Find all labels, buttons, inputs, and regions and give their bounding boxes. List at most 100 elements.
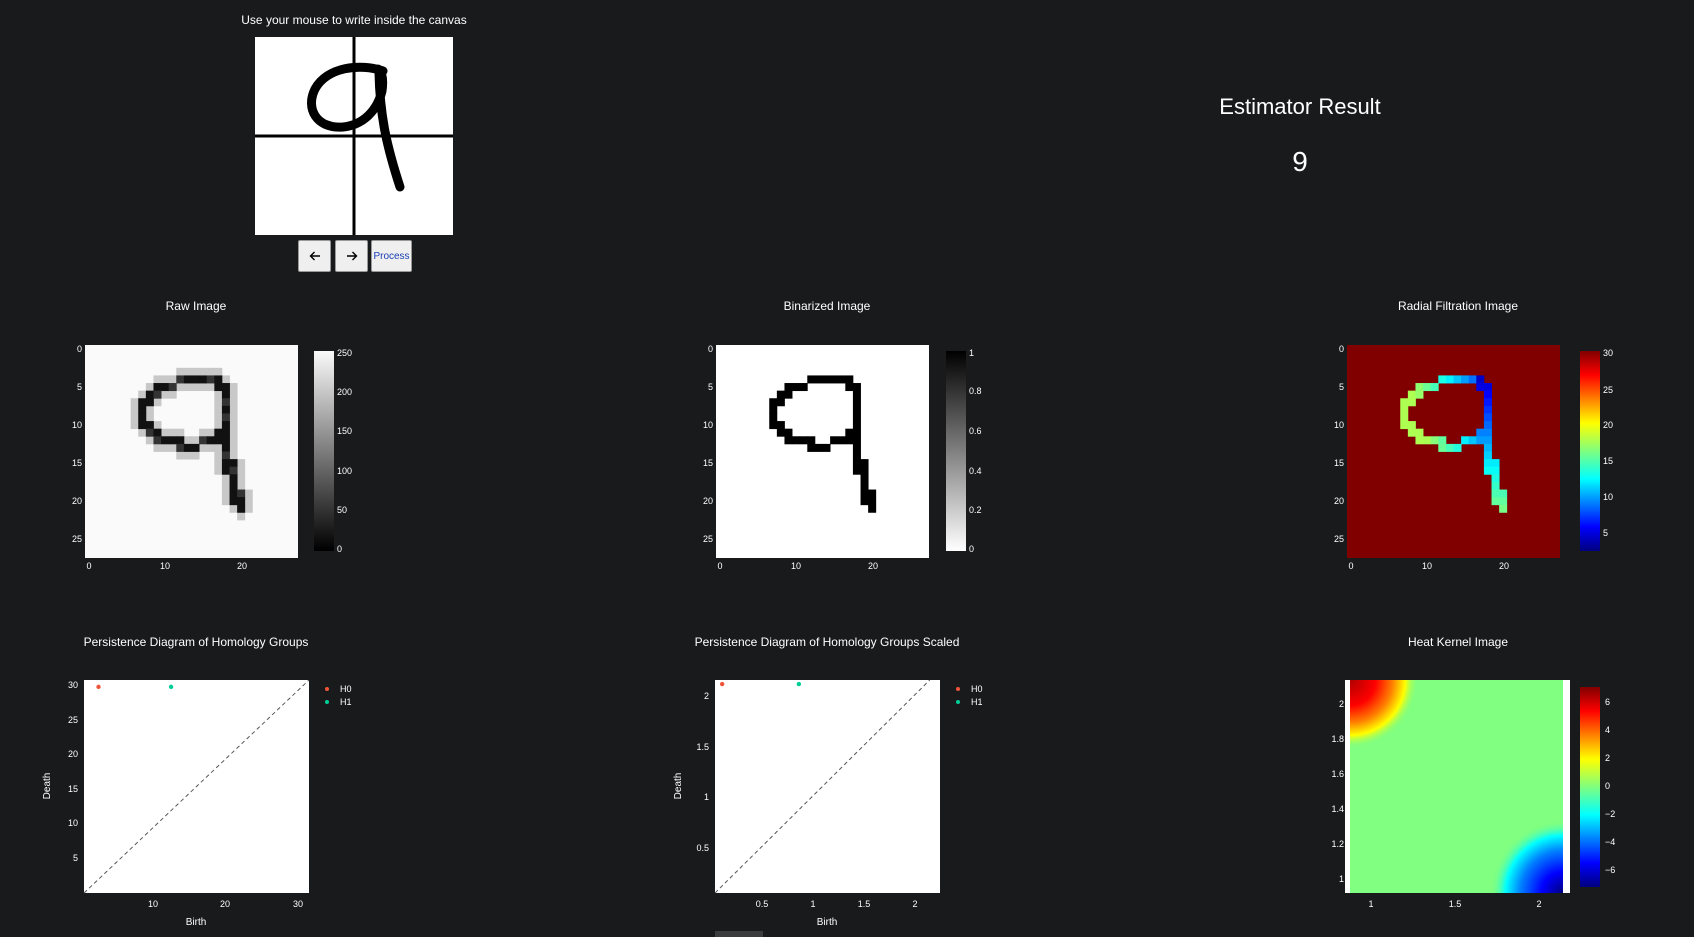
drawn-digit-stroke [307, 62, 405, 192]
rad-cbar-tick: 30 [1603, 348, 1613, 358]
radial-pixel [1483, 398, 1492, 407]
bin-cbar-tick: 0 [969, 544, 974, 554]
raw-pixel [130, 413, 139, 422]
pd-y-tick: 5 [73, 853, 78, 863]
pd-y-tick: 10 [68, 818, 78, 828]
binarized-pixel [769, 405, 778, 414]
rad-cbar-tick: 25 [1603, 385, 1613, 395]
raw-y-ticks: 0 5 10 15 20 25 [72, 344, 82, 544]
radial-pixel [1423, 436, 1432, 445]
rad-y-tick: 20 [1334, 496, 1344, 506]
heat-cbar-tick: 0 [1605, 781, 1610, 791]
binarized-pixel [852, 428, 861, 437]
raw-pixel [206, 443, 215, 452]
raw-y-tick: 10 [72, 420, 82, 430]
raw-pixel [214, 436, 223, 445]
raw-pixel [183, 436, 192, 445]
radial-pixel [1400, 405, 1409, 414]
binarized-pixel [776, 428, 785, 437]
pds-y-tick: 0.5 [696, 843, 709, 853]
radial-pixel [1407, 398, 1416, 407]
pd-y-tick: 30 [68, 680, 78, 690]
raw-pixel [138, 421, 147, 430]
raw-pixel [237, 504, 246, 513]
radial-pixel [1491, 481, 1500, 490]
radial-pixel [1483, 413, 1492, 422]
bin-colorbar-ticks: 1 0.8 0.6 0.4 0.2 0 [969, 348, 982, 554]
heat-y-tick: 2 [1339, 699, 1344, 709]
binarized-pixel [776, 421, 785, 430]
pd-legend-h1-marker [325, 700, 329, 704]
drawing-canvas[interactable] [255, 37, 453, 235]
raw-pixel [229, 436, 238, 445]
binarized-pixel [845, 428, 854, 437]
persistence-diagram-scaled-plot: 2 1.5 1 0.5 0.5 1 1.5 2 Birth Death H0 H… [673, 679, 983, 928]
raw-pixel [176, 443, 185, 452]
binarized-pixel [814, 443, 823, 452]
raw-pixel [229, 451, 238, 460]
radial-pixel [1483, 459, 1492, 468]
binarized-pixel [868, 504, 877, 513]
rad-y-ticks: 0 5 10 15 20 25 [1334, 344, 1344, 544]
raw-pixel [244, 489, 253, 498]
heat-colorbar-ticks: 6 4 2 0 −2 −4 −6 [1605, 697, 1615, 875]
raw-pixel [130, 398, 139, 407]
raw-y-tick: 20 [72, 496, 82, 506]
raw-pixel [168, 383, 177, 392]
radial-pixel [1483, 390, 1492, 399]
heat-y-tick: 1.4 [1331, 804, 1344, 814]
raw-pixel [214, 390, 223, 399]
raw-pixel [168, 443, 177, 452]
binarized-pixel [860, 481, 869, 490]
heat-cbar-tick: 2 [1605, 753, 1610, 763]
radial-pixel [1476, 375, 1485, 384]
raw-pixel [229, 497, 238, 506]
redo-button[interactable] [335, 240, 368, 272]
bin-y-ticks: 0 5 10 15 20 25 [703, 344, 713, 544]
radial-pixel [1400, 421, 1409, 430]
scroll-handle[interactable] [715, 931, 763, 937]
binarized-pixel [852, 398, 861, 407]
pd-legend-h0: H0 [340, 684, 352, 694]
raw-pixel [153, 383, 162, 392]
heat-x-ticks: 1 1.5 2 [1368, 899, 1541, 909]
bin-y-tick: 25 [703, 534, 713, 544]
raw-pixel [229, 459, 238, 468]
binarized-pixel [776, 398, 785, 407]
pds-x-tick: 1.5 [858, 899, 871, 909]
raw-pixel [199, 375, 208, 384]
binarized-pixel [852, 413, 861, 422]
radial-pixel [1483, 405, 1492, 414]
raw-pixel [206, 428, 215, 437]
raw-pixel [168, 428, 177, 437]
raw-pixel [237, 489, 246, 498]
radial-pixel [1491, 474, 1500, 483]
raw-pixel [221, 436, 230, 445]
raw-pixel [221, 383, 230, 392]
bin-cbar-tick: 0.4 [969, 466, 982, 476]
binarized-pixel [784, 436, 793, 445]
raw-pixel [145, 421, 154, 430]
estimator-value: 9 [1292, 146, 1308, 177]
raw-pixel [206, 375, 215, 384]
binarized-image-title: Binarized Image [783, 299, 871, 313]
raw-pixel [221, 443, 230, 452]
heat-kernel-plot: 2 1.8 1.6 1.4 1.2 1 1 1.5 2 6 4 2 0 −2 −… [1331, 680, 1615, 909]
heat-x-tick: 1.5 [1449, 899, 1462, 909]
raw-pixel [176, 367, 185, 376]
layer-anchor [0, 0, 1, 1]
raw-pixel [221, 375, 230, 384]
radial-pixel [1476, 436, 1485, 445]
process-button[interactable]: Process [371, 240, 412, 272]
raw-cbar-tick: 250 [337, 348, 352, 358]
radial-pixel [1461, 375, 1470, 384]
rad-y-tick: 10 [1334, 420, 1344, 430]
radial-pixel [1415, 436, 1424, 445]
undo-button[interactable] [298, 240, 331, 272]
pd-y-tick: 15 [68, 784, 78, 794]
binarized-pixel [845, 383, 854, 392]
binarized-pixel [807, 375, 816, 384]
raw-pixel [199, 367, 208, 376]
radial-pixel [1445, 375, 1454, 384]
heat-kernel-title: Heat Kernel Image [1407, 635, 1509, 649]
